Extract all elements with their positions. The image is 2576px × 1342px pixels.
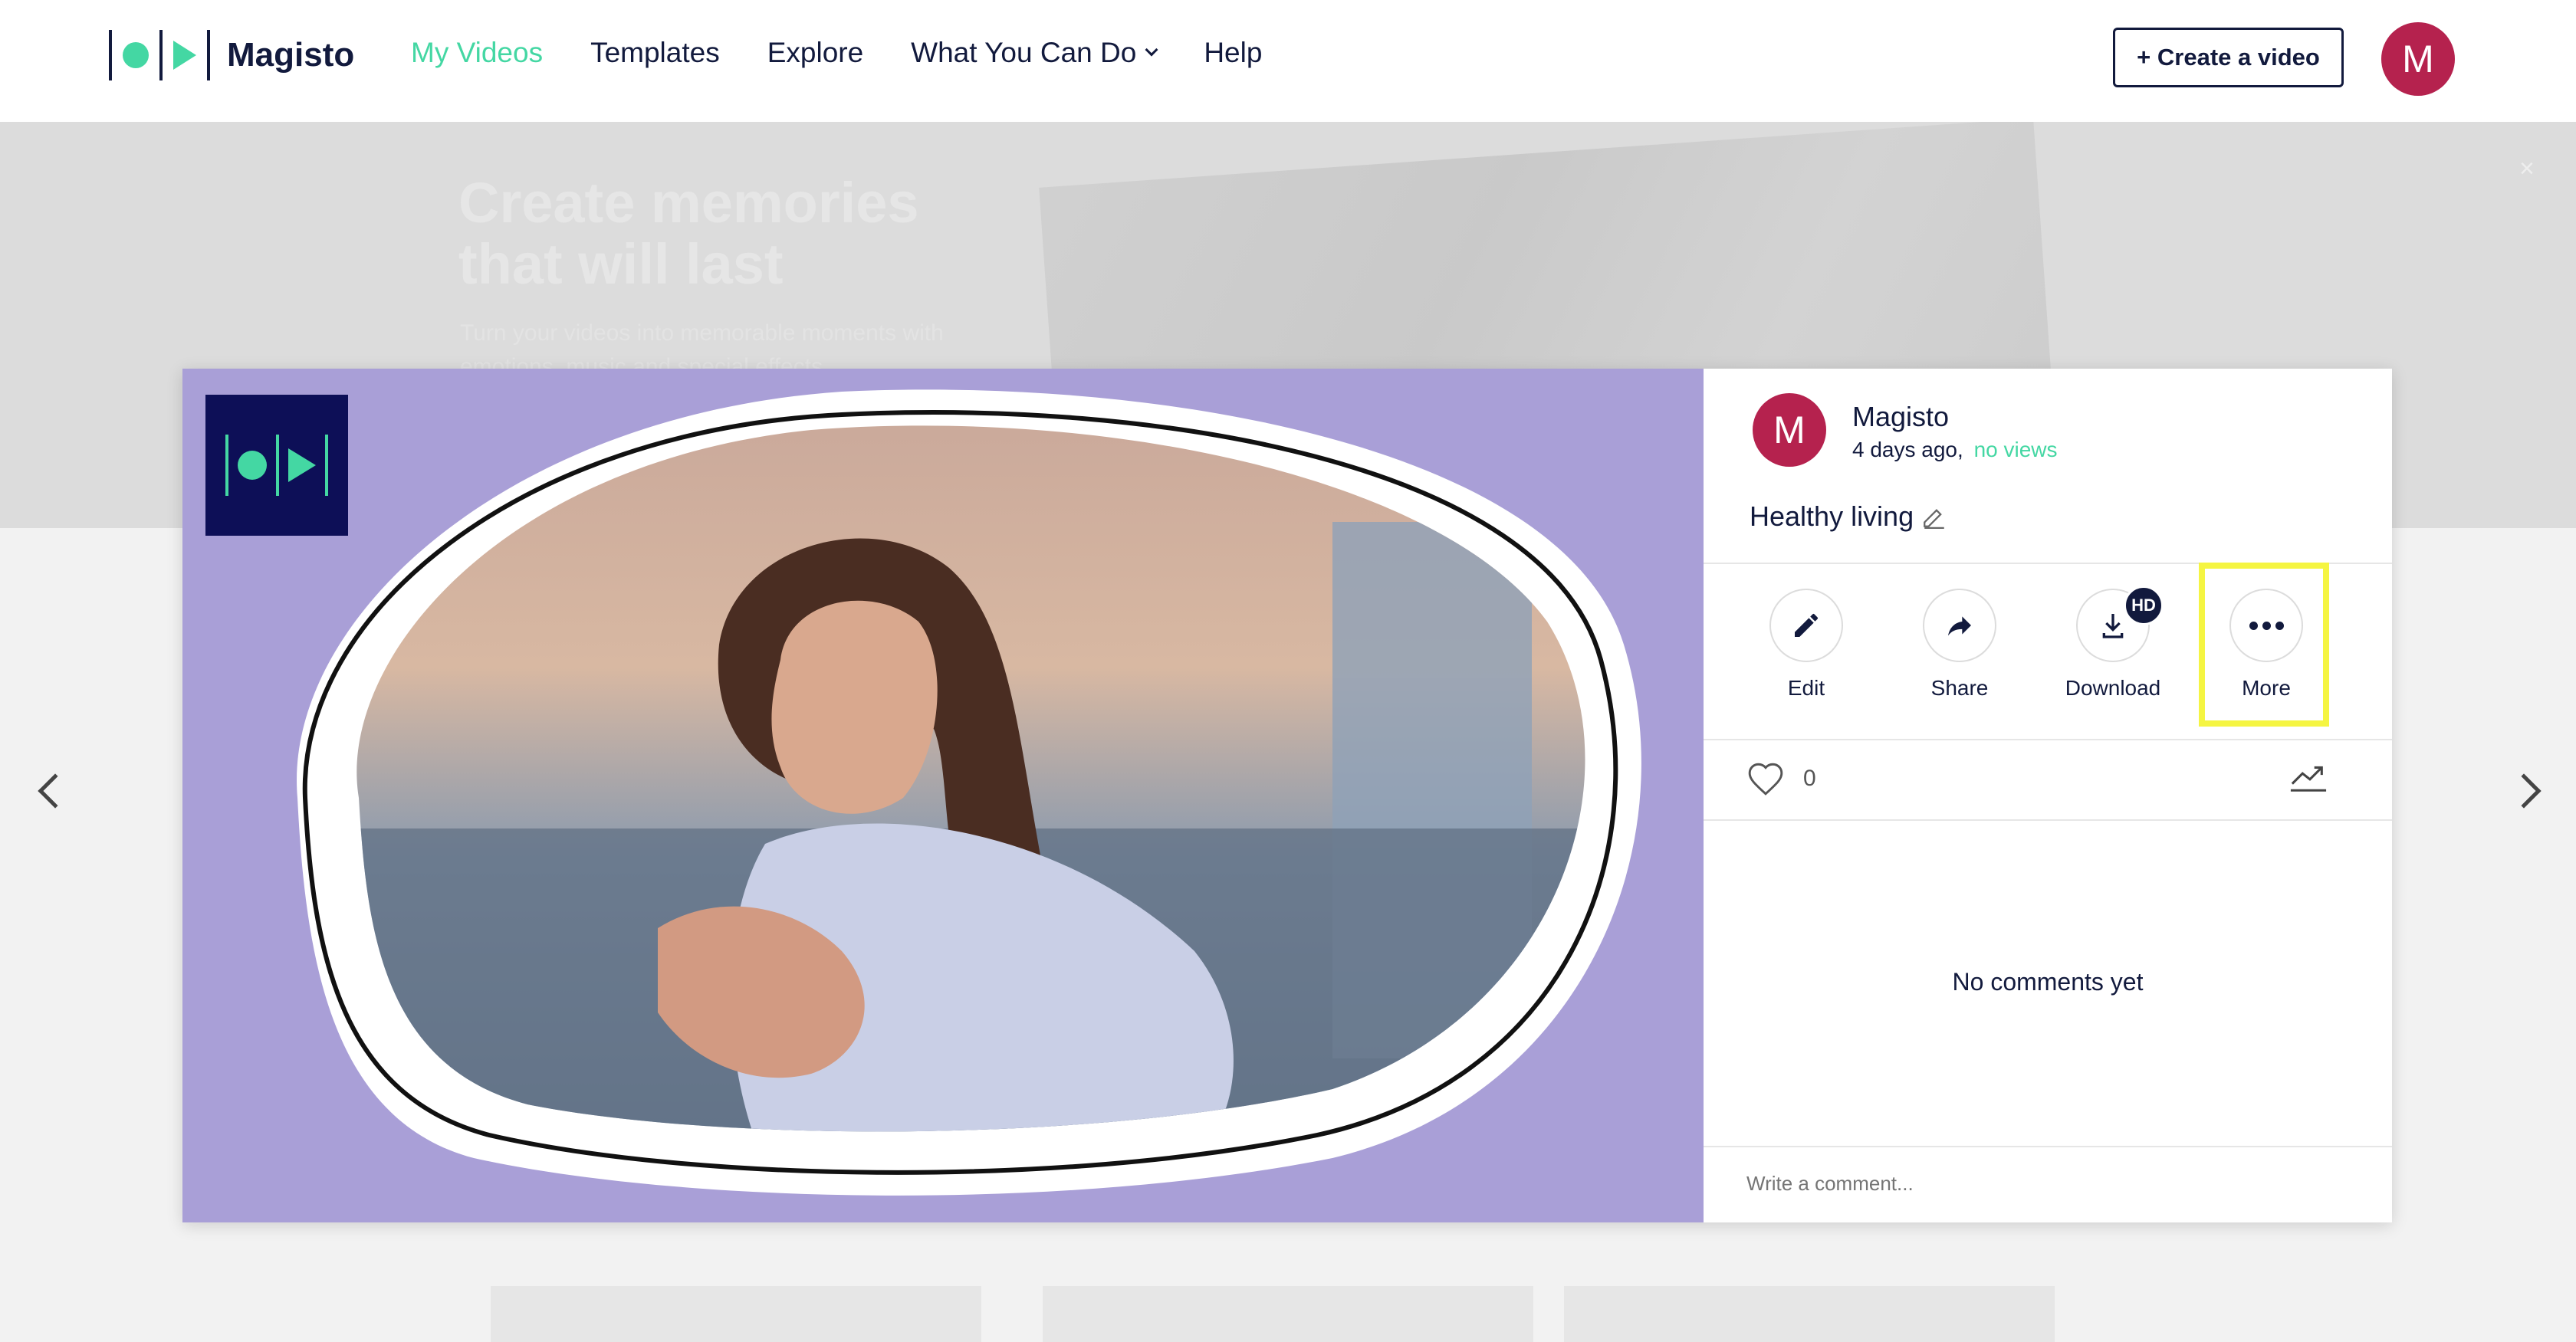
video-title[interactable]: Healthy living (1750, 500, 1947, 533)
video-frame-artwork (297, 389, 1641, 1196)
video-thumbnail[interactable] (491, 1286, 981, 1342)
share-button[interactable]: Share (1891, 564, 2029, 731)
divider (1704, 739, 2392, 740)
share-label: Share (1930, 676, 1989, 700)
edit-button[interactable]: Edit (1737, 564, 1875, 731)
chevron-down-icon (1145, 43, 1158, 57)
video-modal: M Magisto 4 days ago, no views Healthy l… (182, 369, 2392, 1222)
more-highlight-box (2199, 563, 2329, 727)
banner-title-line-2: that will last (458, 232, 784, 296)
main-nav: My Videos Templates Explore What You Can… (411, 37, 1262, 69)
time-ago: 4 days ago, (1852, 438, 1963, 461)
video-details-panel: M Magisto 4 days ago, no views Healthy l… (1704, 369, 2392, 1222)
stats-trend-icon[interactable] (2289, 760, 2328, 793)
nav-help[interactable]: Help (1204, 37, 1262, 69)
edit-title-pencil-icon[interactable] (1921, 504, 1947, 530)
top-nav: Magisto My Videos Templates Explore What… (0, 0, 2576, 122)
video-actions: Edit Share HD Download More (1704, 563, 2392, 731)
divider (1704, 819, 2392, 821)
nav-templates[interactable]: Templates (590, 37, 720, 69)
nav-what-you-can-do[interactable]: What You Can Do (911, 37, 1158, 69)
nav-what-you-can-do-label: What You Can Do (911, 37, 1137, 68)
banner-close-icon[interactable]: × (2519, 154, 2535, 184)
brand-name: Magisto (227, 36, 355, 74)
video-player[interactable] (182, 369, 1704, 1222)
pencil-icon (1769, 589, 1843, 662)
download-icon: HD (2076, 586, 2164, 662)
share-arrow-icon (1923, 589, 1996, 662)
nav-my-videos[interactable]: My Videos (411, 37, 543, 69)
video-title-text: Healthy living (1750, 500, 1914, 532)
video-meta: 4 days ago, no views (1852, 438, 2058, 462)
comment-input[interactable] (1746, 1172, 2344, 1196)
create-video-button[interactable]: + Create a video (2113, 28, 2344, 87)
banner-title-line-1: Create memories (458, 171, 919, 235)
edit-label: Edit (1787, 676, 1825, 700)
author-avatar[interactable]: M (1753, 393, 1826, 467)
logo-mark-icon (109, 30, 210, 80)
magisto-watermark-icon (205, 395, 348, 536)
video-thumbnail[interactable] (1564, 1286, 2055, 1342)
download-label: Download (2065, 676, 2161, 700)
heart-icon[interactable] (1746, 761, 1785, 796)
views-count: no views (1973, 438, 2058, 461)
likes-row: 0 (1746, 761, 1816, 796)
no-comments-text: No comments yet (1952, 968, 2144, 996)
hd-badge: HD (2124, 586, 2164, 625)
download-button[interactable]: HD Download (2044, 564, 2182, 731)
author-name[interactable]: Magisto (1852, 401, 1949, 433)
likes-count: 0 (1803, 766, 1816, 791)
user-avatar[interactable]: M (2381, 22, 2455, 96)
video-thumbnail[interactable] (1043, 1286, 1533, 1342)
nav-explore[interactable]: Explore (767, 37, 863, 69)
divider (1704, 1146, 2392, 1147)
banner-title: Create memories that will last (458, 172, 919, 295)
magisto-logo[interactable]: Magisto (109, 29, 354, 81)
